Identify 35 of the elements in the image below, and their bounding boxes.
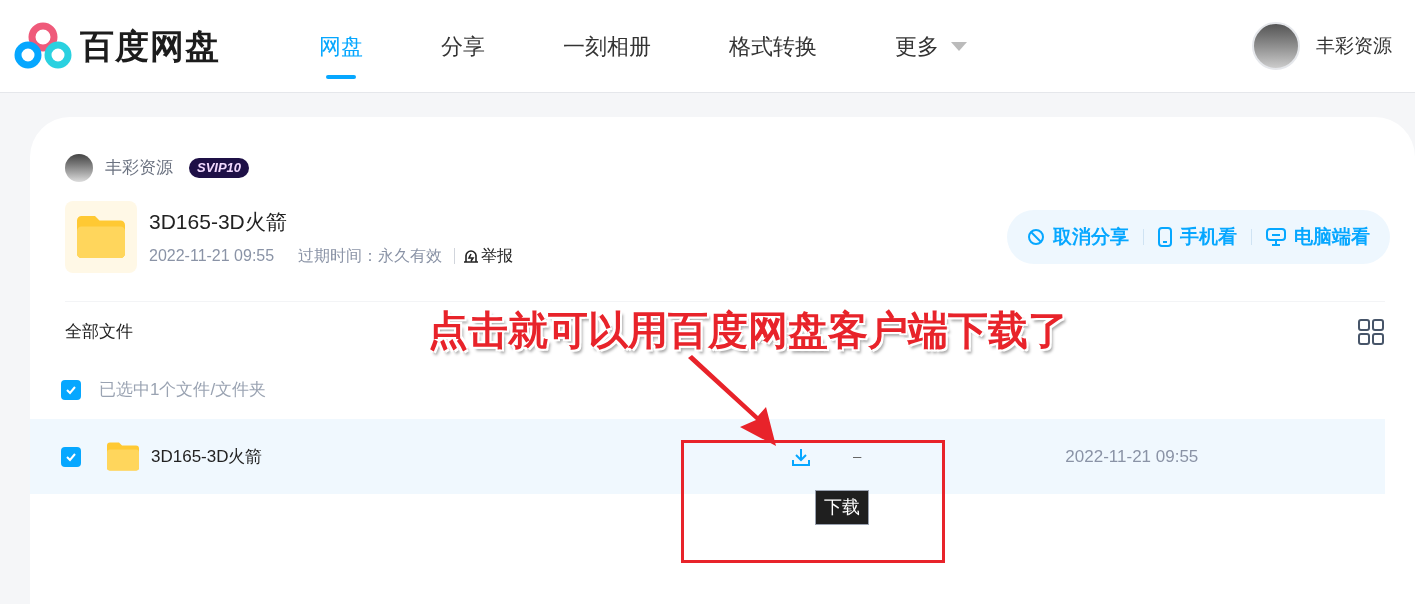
- folder-icon: [105, 441, 141, 472]
- checkbox[interactable]: [61, 380, 81, 400]
- annotation-text: 点击就可以用百度网盘客户端下载了: [428, 307, 1068, 354]
- file-date: 2022-11-21 09:55: [1065, 445, 1199, 468]
- owner-name: 丰彩资源: [105, 157, 173, 180]
- expiry-text: 过期时间：永久有效: [298, 245, 443, 266]
- selection-status: 已选中1个文件/文件夹: [99, 379, 267, 402]
- file-name[interactable]: 3D165-3D火箭: [151, 443, 791, 470]
- nav-tab[interactable]: 格式转换: [729, 0, 817, 93]
- checkbox[interactable]: [61, 446, 81, 467]
- avatar[interactable]: [1252, 22, 1300, 70]
- prohibited-icon: [1027, 228, 1045, 246]
- breadcrumb[interactable]: 全部文件: [65, 318, 133, 345]
- grid-view-icon[interactable]: [1358, 318, 1384, 345]
- folder-icon: [74, 214, 128, 260]
- check-icon: [65, 384, 77, 396]
- caret-icon: [951, 41, 967, 51]
- phone-icon: [1158, 227, 1172, 247]
- nav-tab[interactable]: 更多: [895, 0, 967, 93]
- vip-badge: SVIP10: [189, 158, 250, 178]
- share-title: 3D165-3D火箭: [149, 209, 288, 236]
- file-row[interactable]: 3D165-3D火箭 – 2022-11-21 09:55: [30, 419, 1385, 494]
- share-date: 2022-11-21 09:55: [149, 245, 275, 266]
- file-size: –: [853, 446, 862, 467]
- monitor-icon: [1266, 228, 1286, 246]
- avatar: [65, 154, 93, 182]
- report-link[interactable]: 举报: [463, 243, 514, 268]
- tooltip: 下载: [815, 490, 869, 525]
- alarm-icon: [463, 247, 480, 264]
- nav-tab[interactable]: 一刻相册: [563, 0, 651, 93]
- logo-icon: [14, 22, 72, 70]
- nav-tab[interactable]: 分享: [441, 0, 485, 93]
- logo-text: 百度网盘: [80, 25, 220, 67]
- user-name[interactable]: 丰彩资源: [1316, 31, 1392, 61]
- download-icon[interactable]: [791, 446, 811, 467]
